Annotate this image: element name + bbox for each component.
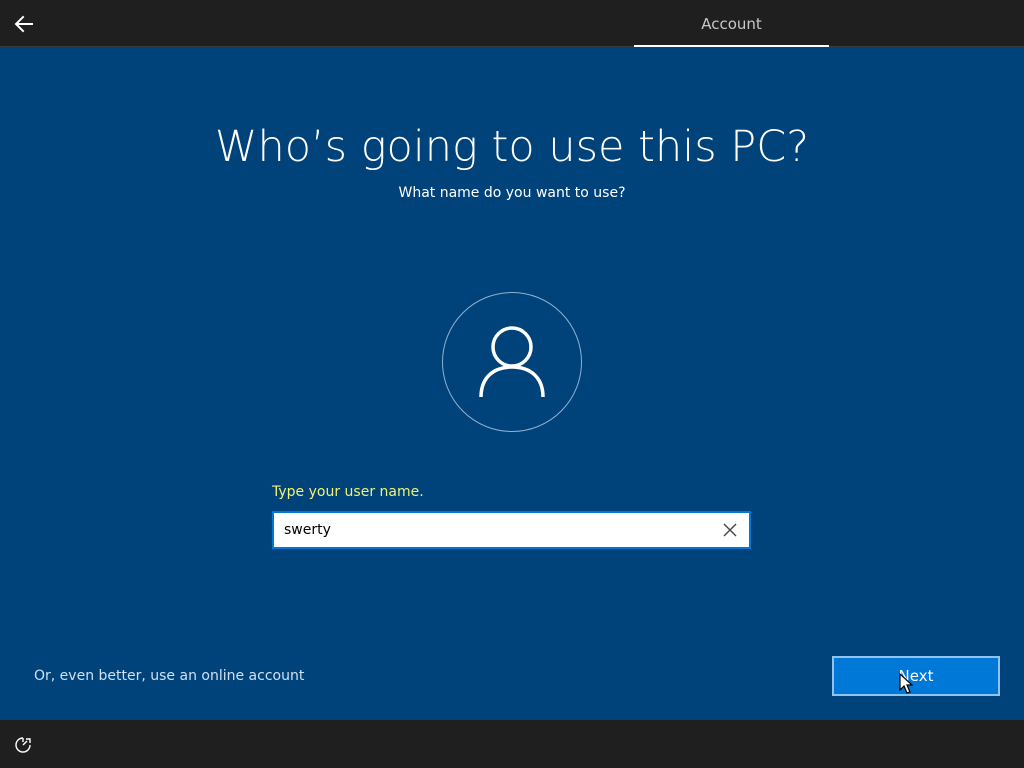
ease-of-access-button[interactable]: [14, 736, 32, 754]
tab-account: Account: [701, 15, 762, 33]
clear-x-icon: [723, 523, 737, 537]
username-field[interactable]: [272, 511, 751, 549]
page-title: Who’s going to use this PC?: [214, 122, 810, 172]
top-bar: Account: [0, 0, 1024, 47]
bottom-bar: [0, 720, 1024, 768]
clear-button[interactable]: [721, 521, 739, 539]
mouse-cursor-icon: [899, 672, 914, 699]
ease-of-access-icon: [15, 737, 31, 753]
avatar: [442, 292, 582, 432]
username-label: Type your user name.: [272, 484, 424, 500]
page-subtitle: What name do you want to use?: [398, 185, 626, 201]
oobe-screen: Account Who’s going to use this PC? What…: [0, 0, 1024, 768]
back-arrow-icon: [14, 15, 33, 33]
next-button[interactable]: Next: [832, 656, 1000, 696]
online-account-link[interactable]: Or, even better, use an online account: [34, 668, 304, 684]
person-icon: [479, 326, 545, 397]
tab-underline: [634, 45, 829, 47]
back-button[interactable]: [10, 10, 38, 38]
username-input[interactable]: [284, 513, 704, 547]
